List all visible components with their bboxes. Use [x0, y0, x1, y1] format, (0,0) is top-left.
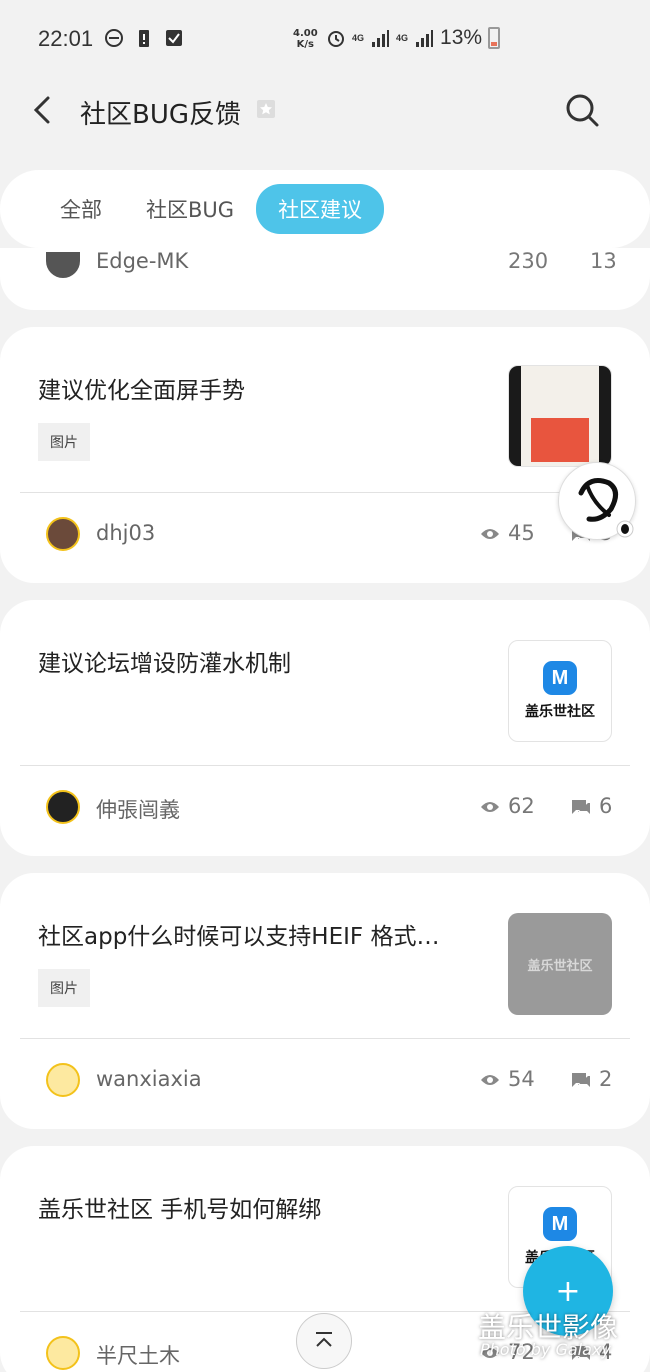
post-thumbnail: 盖乐世社区	[508, 913, 612, 1015]
signal-icon	[372, 30, 390, 47]
floating-qq-bubble[interactable]	[558, 462, 636, 540]
post-meta: dhj03 45 3	[0, 493, 650, 583]
app-header: 社区BUG反馈	[0, 80, 650, 150]
avatar	[46, 252, 80, 278]
category-tabs: 全部 社区BUG 社区建议	[0, 170, 650, 248]
comment-count: 6	[599, 794, 613, 818]
search-icon[interactable]	[562, 90, 602, 130]
checkbox-icon	[166, 30, 182, 46]
thumbnail-text: 盖乐世社区	[525, 704, 595, 720]
comment-count: 13	[590, 249, 617, 273]
status-icons	[104, 27, 184, 49]
network-4g-2: 4G	[396, 33, 409, 43]
avatar[interactable]	[46, 790, 80, 824]
tab-community-suggestion[interactable]: 社区建议	[256, 184, 385, 234]
post-author[interactable]: 半尺土木	[96, 1340, 180, 1370]
post-title: 盖乐世社区 手机号如何解绑	[38, 1197, 322, 1223]
post-card-partial[interactable]: Edge-MK 230 13	[0, 248, 650, 310]
status-time: 22:01	[38, 26, 94, 51]
brush-logo-icon	[578, 478, 634, 538]
post-tag: 图片	[38, 423, 90, 461]
avatar[interactable]	[46, 1336, 80, 1370]
post-thumbnail	[508, 365, 612, 467]
post-meta: wanxiaxia 54 2	[0, 1039, 650, 1129]
tab-community-bug[interactable]: 社区BUG	[124, 184, 256, 234]
signal-icon-2	[416, 30, 434, 47]
thumbnail-text: 盖乐世社区	[508, 913, 612, 1015]
post-author[interactable]: dhj03	[96, 521, 155, 545]
post-tag: 图片	[38, 969, 90, 1007]
alarm-icon	[328, 31, 344, 47]
post-title: 建议论坛增设防灌水机制	[38, 651, 291, 677]
page-title: 社区BUG反馈	[80, 100, 242, 130]
comment-count: 2	[599, 1067, 613, 1091]
view-count: 54	[508, 1067, 535, 1091]
eye-icon	[481, 529, 499, 539]
post-card[interactable]: 建议优化全面屏手势 图片 dhj03 45 3	[0, 327, 650, 583]
post-thumbnail: M 盖乐世社区	[508, 640, 612, 742]
battery-icon	[488, 27, 501, 49]
post-author[interactable]: wanxiaxia	[96, 1067, 202, 1091]
community-logo-icon: M	[543, 661, 577, 695]
post-title: 建议优化全面屏手势	[38, 378, 245, 404]
battery-percent: 13%	[440, 26, 483, 49]
tab-all[interactable]: 全部	[38, 184, 124, 234]
net-speed: 4.00 K/s	[293, 28, 318, 50]
favorite-star-icon[interactable]	[255, 98, 277, 120]
post-card[interactable]: 社区app什么时候可以支持HEIF 格式… 图片 盖乐世社区 wanxiaxia…	[0, 873, 650, 1129]
eye-icon	[481, 802, 499, 812]
view-count: 45	[508, 521, 535, 545]
avatar[interactable]	[46, 517, 80, 551]
do-not-disturb-icon	[105, 29, 123, 47]
back-arrow-icon[interactable]	[26, 92, 62, 128]
post-meta: 伸張闿義 62 6	[0, 766, 650, 856]
post-title: 社区app什么时候可以支持HEIF 格式…	[38, 924, 440, 950]
battery-alert-icon	[139, 30, 149, 47]
comment-icon	[572, 1073, 590, 1087]
status-right: 4G 4G 13%	[326, 26, 501, 50]
watermark-subtext: Photo by Galaxy	[480, 1340, 611, 1359]
eye-icon	[481, 1075, 499, 1085]
scroll-to-top-button[interactable]	[296, 1313, 352, 1369]
comment-icon	[572, 800, 590, 814]
post-author[interactable]: 伸張闿義	[96, 794, 180, 824]
view-count: 230	[508, 249, 549, 273]
community-logo-icon: M	[543, 1207, 577, 1241]
chevron-up-icon	[316, 1332, 332, 1347]
network-4g-1: 4G	[352, 33, 365, 43]
red-packet-image	[531, 418, 589, 462]
post-author: Edge-MK	[96, 249, 189, 273]
post-card[interactable]: 建议论坛增设防灌水机制 M 盖乐世社区 伸張闿義 62 6	[0, 600, 650, 856]
view-count: 62	[508, 794, 535, 818]
avatar[interactable]	[46, 1063, 80, 1097]
status-bar: 22:01 4.00 K/s 4G 4G 13%	[0, 0, 650, 80]
